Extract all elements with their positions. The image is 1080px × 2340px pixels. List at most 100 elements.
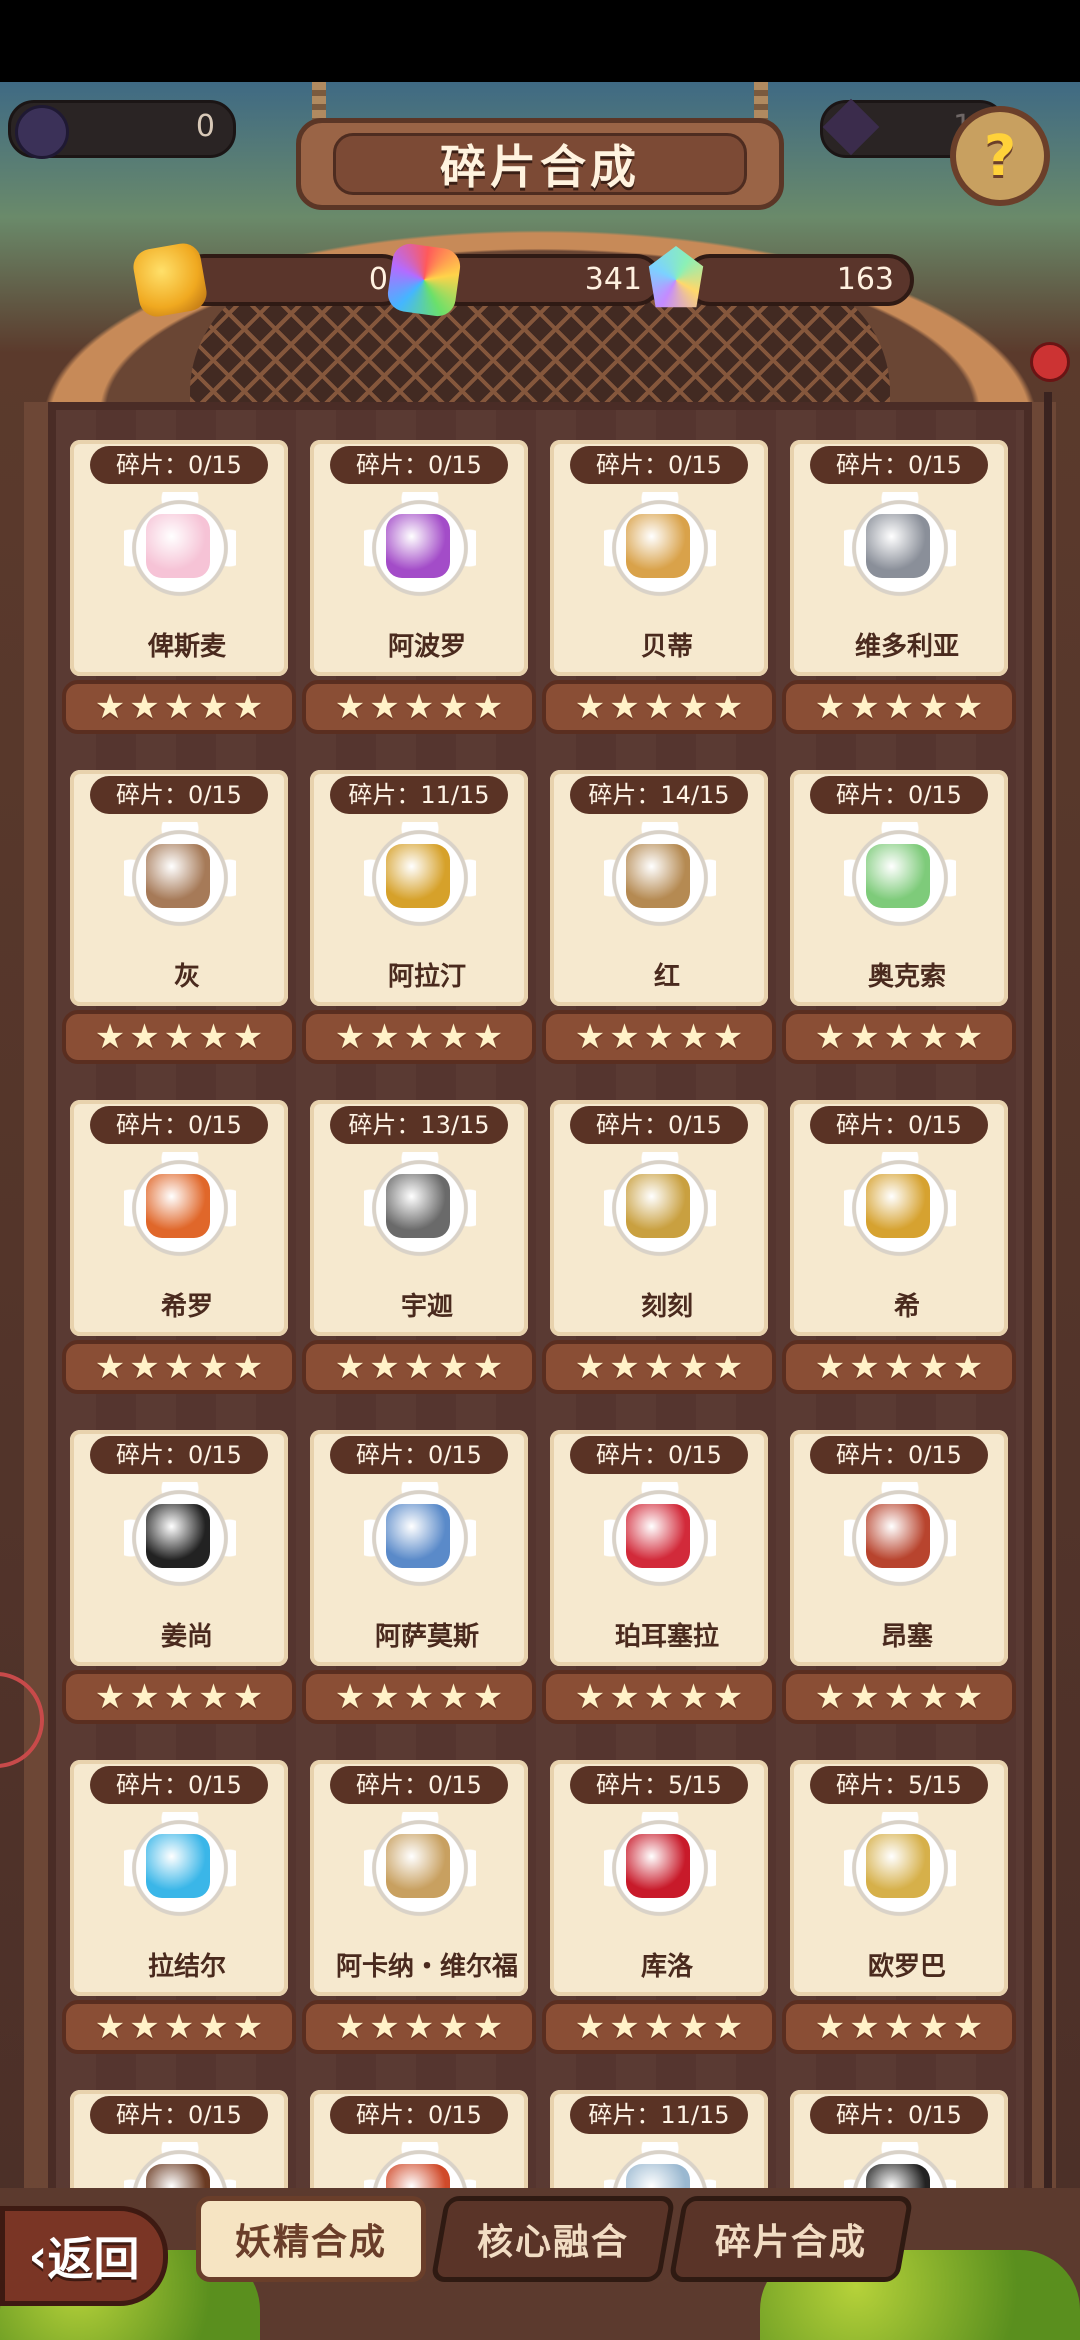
fragment-card[interactable]: 碎片：0/15 俾斯麦 ★ ★ ★ ★ ★: [62, 440, 296, 740]
ladybug-icon: [1030, 342, 1070, 382]
card-paper: 碎片：14/15 红: [550, 770, 768, 1006]
star-icon: ★: [883, 687, 915, 727]
star-icon: ★: [643, 1347, 675, 1387]
star-icon: ★: [438, 1677, 469, 1717]
star-icon: ★: [232, 1347, 264, 1387]
fairy-name: 库洛: [640, 1952, 693, 1982]
fragment-card[interactable]: 碎片：0/15 姜尚 ★ ★ ★ ★ ★: [62, 1430, 296, 1730]
star-icon: ★: [129, 687, 160, 727]
tab-core-fusion[interactable]: 核心融合: [430, 2196, 676, 2282]
star-icon: ★: [163, 687, 195, 727]
star-icon: ★: [574, 1017, 606, 1057]
marshmallow-icon: [146, 514, 210, 578]
fairy-name: 贝蒂: [640, 632, 693, 662]
fragment-card[interactable]: 碎片：0/15 阿波罗 ★ ★ ★ ★ ★: [302, 440, 536, 740]
star-icon: ★: [918, 1017, 949, 1057]
star-rating: ★★★★★: [62, 680, 296, 734]
fragment-count: 碎片：0/15: [570, 1106, 748, 1144]
fragment-card[interactable]: 碎片：0/15 贝蒂 ★ ★ ★ ★ ★: [542, 440, 776, 740]
card-paper: 碎片：0/15 灰: [70, 770, 288, 1006]
fragment-count: 碎片：0/15: [90, 1766, 268, 1804]
dish-icon: [866, 514, 930, 578]
fragment-card[interactable]: 碎片：0/15 珀耳塞拉 ★ ★ ★ ★ ★: [542, 1430, 776, 1730]
star-icon: ★: [438, 1017, 469, 1057]
fragment-card[interactable]: 碎片：0/15 维多利亚 ★ ★ ★ ★ ★: [782, 440, 1016, 740]
star-icon: ★: [712, 1017, 744, 1057]
mirror-icon: [146, 1834, 210, 1898]
star-icon: ★: [403, 1017, 435, 1057]
card-paper: 碎片：0/15 姜尚: [70, 1430, 288, 1666]
star-icon: ★: [94, 1017, 126, 1057]
game-scene: 0 1 碎片合成 ? 0 341 163 碎片：0/15俾斯麦★★★★★碎片：0…: [0, 82, 1080, 2340]
fairy-name: 红: [653, 962, 680, 992]
fragment-card[interactable]: 碎片：5/15 欧罗巴 ★ ★ ★ ★ ★: [782, 1760, 1016, 2060]
card-paper: 碎片：0/15 俾斯麦: [70, 440, 288, 676]
fairy-name: 阿波罗: [387, 632, 466, 662]
fragment-card[interactable]: 碎片：11/15 阿拉汀 ★ ★ ★ ★ ★: [302, 770, 536, 1070]
star-rating: ★★★★★: [782, 2000, 1016, 2054]
star-icon: ★: [712, 2007, 744, 2047]
fragment-card[interactable]: 碎片：0/15 阿萨莫斯 ★ ★ ★ ★ ★: [302, 1430, 536, 1730]
fragment-count: 碎片：0/15: [90, 1436, 268, 1474]
fragment-card[interactable]: 碎片：13/15 宇迦 ★ ★ ★ ★ ★: [302, 1100, 536, 1400]
fragment-card[interactable]: 碎片：0/15 希罗 ★ ★ ★ ★ ★: [62, 1100, 296, 1400]
help-button[interactable]: ?: [950, 106, 1050, 206]
tab-fragment-synthesis[interactable]: 碎片合成: [668, 2196, 914, 2282]
eye-orb-icon: [386, 1504, 450, 1568]
fairy-name: 俾斯麦: [147, 632, 226, 662]
card-paper: 碎片：0/15 奥克索: [790, 770, 1008, 1006]
card-icon: [386, 1834, 450, 1898]
fragment-card[interactable]: 碎片：0/15 希 ★ ★ ★ ★ ★: [782, 1100, 1016, 1400]
star-rating: ★★★★★: [782, 680, 1016, 734]
fragment-card[interactable]: 碎片：0/15 奥克索 ★ ★ ★ ★ ★: [782, 770, 1016, 1070]
star-icon: ★: [94, 1347, 126, 1387]
currency-value: 0: [368, 262, 388, 297]
card-paper: 碎片：0/15 拉结尔: [70, 1760, 288, 1996]
tab-fairy-synthesis[interactable]: 妖精合成: [196, 2196, 426, 2282]
fragment-card[interactable]: 碎片：0/15 刻刻 ★ ★ ★ ★ ★: [542, 1100, 776, 1400]
star-icon: ★: [369, 1347, 400, 1387]
card-paper: 碎片：0/15 阿波罗: [310, 440, 528, 676]
fragment-card[interactable]: 碎片：14/15 红 ★ ★ ★ ★ ★: [542, 770, 776, 1070]
fragment-count: 碎片：0/15: [90, 776, 268, 814]
star-icon: ★: [472, 2007, 504, 2047]
star-icon: ★: [472, 1017, 504, 1057]
star-rating: ★★★★★: [542, 1670, 776, 1724]
star-icon: ★: [163, 1017, 195, 1057]
star-icon: ★: [814, 2007, 846, 2047]
scissors-icon: [626, 514, 690, 578]
scroll-rail[interactable]: [1044, 392, 1052, 2292]
star-icon: ★: [883, 1677, 915, 1717]
card-paper: 碎片：0/15 希: [790, 1100, 1008, 1336]
bottom-nav: ‹ 返回 妖精合成 核心融合 碎片合成: [0, 2168, 1080, 2340]
star-icon: ★: [369, 1017, 400, 1057]
card-paper: 碎片：13/15 宇迦: [310, 1100, 528, 1336]
fragment-card[interactable]: 碎片：5/15 库洛 ★ ★ ★ ★ ★: [542, 1760, 776, 2060]
card-paper: 碎片：0/15 希罗: [70, 1100, 288, 1336]
currency-value: 163: [836, 262, 894, 297]
back-button[interactable]: ‹ 返回: [0, 2206, 168, 2306]
fairy-name: 宇迦: [400, 1292, 453, 1322]
star-icon: ★: [712, 687, 744, 727]
fragment-card[interactable]: 碎片：0/15 昂塞 ★ ★ ★ ★ ★: [782, 1430, 1016, 1730]
star-icon: ★: [574, 1347, 606, 1387]
star-icon: ★: [403, 1677, 435, 1717]
fragment-count: 碎片：14/15: [570, 776, 748, 814]
pocket-watch-icon: [626, 1174, 690, 1238]
star-icon: ★: [232, 2007, 264, 2047]
fragment-card[interactable]: 碎片：0/15 灰 ★ ★ ★ ★ ★: [62, 770, 296, 1070]
star-icon: ★: [129, 1347, 160, 1387]
star-icon: ★: [94, 1677, 126, 1717]
star-rating: ★★★★★: [62, 1340, 296, 1394]
fairy-name: 欧罗巴: [867, 1952, 946, 1982]
star-rating: ★★★★★: [782, 1340, 1016, 1394]
fragment-card[interactable]: 碎片：0/15 拉结尔 ★ ★ ★ ★ ★: [62, 1760, 296, 2060]
fragment-count: 碎片：0/15: [330, 446, 508, 484]
fairy-name: 阿萨莫斯: [374, 1622, 479, 1652]
fairy-name: 灰: [173, 962, 200, 992]
star-icon: ★: [609, 1677, 640, 1717]
fragment-count: 碎片：0/15: [570, 1436, 748, 1474]
fragment-card[interactable]: 碎片：0/15 阿卡纳・维尔福 ★ ★ ★ ★ ★: [302, 1760, 536, 2060]
star-rating: ★★★★★: [302, 680, 536, 734]
star-rating: ★★★★★: [62, 2000, 296, 2054]
